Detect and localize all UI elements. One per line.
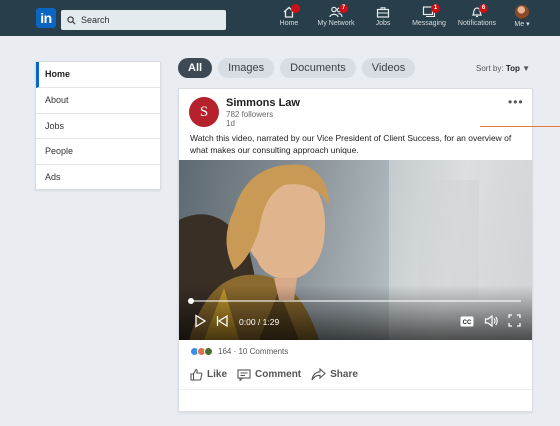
content-filters: All Images Documents Videos <box>178 58 416 78</box>
more-options-icon[interactable]: ••• <box>508 95 524 109</box>
sort-label: Sort by: <box>476 64 504 73</box>
play-icon[interactable] <box>193 314 207 328</box>
sidebar-item-ads[interactable]: Ads <box>36 165 160 191</box>
search-placeholder: Search <box>81 15 110 25</box>
page-sidebar: Home About Jobs People Ads <box>35 61 161 190</box>
nav-home[interactable]: Home <box>276 4 302 35</box>
cc-label: CC <box>463 320 472 326</box>
linkedin-logo[interactable]: in <box>36 8 56 28</box>
reactions-summary[interactable]: 164 · 10 Comments <box>190 347 288 356</box>
share-icon <box>311 368 326 381</box>
company-logo[interactable]: S <box>189 97 219 127</box>
share-button[interactable]: Share <box>311 368 358 381</box>
nav-messaging-label: Messaging <box>412 20 446 27</box>
like-label: Like <box>207 369 228 380</box>
nav-jobs[interactable]: Jobs <box>373 5 393 35</box>
thumbs-up-icon <box>190 368 203 381</box>
filter-all[interactable]: All <box>178 58 213 78</box>
top-nav-bar: in Search Home 7 My Network Jobs 1 Messa… <box>0 0 560 36</box>
post-actions: Like Comment Share <box>190 368 358 381</box>
video-scrubber-handle[interactable] <box>188 298 194 304</box>
nav-me[interactable]: Me ▾ <box>511 5 533 35</box>
post-card: S Simmons Law 782 followers 1d ••• Watch… <box>178 88 533 412</box>
celebrate-reaction-icon <box>204 347 213 356</box>
nav-network-badge: 7 <box>339 4 348 13</box>
callout-line <box>480 126 560 127</box>
briefcase-icon <box>376 7 390 18</box>
sidebar-item-people[interactable]: People <box>36 139 160 166</box>
sidebar-item-about[interactable]: About <box>36 88 160 114</box>
separator: · <box>231 347 239 356</box>
nav-my-network[interactable]: 7 My Network <box>314 4 358 35</box>
video-progress-bar[interactable] <box>188 298 521 304</box>
search-icon <box>67 15 76 24</box>
company-followers: 782 followers <box>226 110 274 119</box>
nav-home-dot <box>291 4 300 13</box>
nav-messaging[interactable]: 1 Messaging <box>410 4 448 35</box>
filter-images[interactable]: Images <box>218 58 275 78</box>
like-button[interactable]: Like <box>190 368 227 381</box>
nav-messaging-badge: 1 <box>431 4 440 13</box>
comment-label: Comment <box>255 369 302 380</box>
video-player[interactable]: 0:00 / 1:29 CC <box>179 160 532 340</box>
company-name[interactable]: Simmons Law <box>226 97 300 109</box>
card-divider <box>179 389 532 390</box>
chevron-down-icon: ▼ <box>522 64 531 73</box>
sidebar-item-jobs[interactable]: Jobs <box>36 114 160 140</box>
reactions-count: 164 <box>218 347 232 356</box>
avatar-icon <box>515 5 529 19</box>
sort-value: Top <box>505 64 520 73</box>
search-input[interactable]: Search <box>61 10 226 30</box>
nav-notifications[interactable]: 6 Notifications <box>454 4 500 35</box>
comment-icon <box>237 368 251 381</box>
volume-icon[interactable] <box>484 314 499 328</box>
post-text: Watch this video, narrated by our Vice P… <box>190 133 512 155</box>
share-label: Share <box>330 369 358 380</box>
nav-network-label: My Network <box>317 20 355 27</box>
sidebar-item-home[interactable]: Home <box>36 62 160 88</box>
nav-jobs-label: Jobs <box>375 20 391 27</box>
nav-notifications-label: Notifications <box>457 20 497 27</box>
skip-back-icon[interactable] <box>215 314 229 328</box>
video-control-overlay <box>179 285 532 340</box>
nav-notifications-badge: 6 <box>479 4 488 13</box>
filter-videos[interactable]: Videos <box>361 58 416 78</box>
comment-button[interactable]: Comment <box>237 368 302 381</box>
sort-dropdown[interactable]: Sort by: Top ▼ <box>476 64 530 73</box>
video-time: 0:00 / 1:29 <box>239 317 280 327</box>
post-age: 1d <box>226 119 235 128</box>
filter-documents[interactable]: Documents <box>280 58 356 78</box>
nav-me-label: Me ▾ <box>514 21 530 28</box>
comments-count[interactable]: 10 Comments <box>238 347 288 356</box>
closed-captions-icon[interactable]: CC <box>460 316 474 327</box>
nav-home-label: Home <box>279 20 299 27</box>
fullscreen-icon[interactable] <box>508 314 521 327</box>
